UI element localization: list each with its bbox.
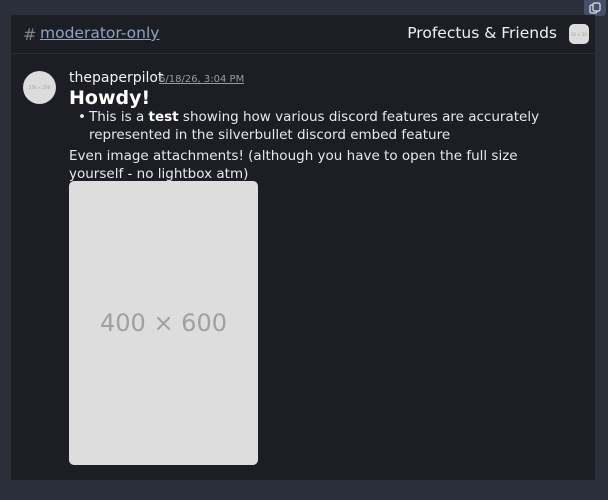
image-attachment[interactable]: 400 × 600 xyxy=(69,181,258,465)
guild-name: Profectus & Friends xyxy=(407,24,557,42)
copy-icon xyxy=(589,2,601,14)
message-heading: Howdy! xyxy=(69,87,151,109)
message-body: Even image attachments! (although you ha… xyxy=(69,148,518,182)
username: thepaperpilot xyxy=(69,70,164,86)
bullet-bold: test xyxy=(148,109,179,125)
list-item: • This is a test showing how various dis… xyxy=(78,108,584,144)
copy-button[interactable] xyxy=(584,0,606,16)
bullet-prefix: This is a xyxy=(89,109,149,125)
page: # moderator-only Profectus & Friends 20 … xyxy=(0,0,608,500)
avatar: 256 × 256 xyxy=(23,71,56,104)
channel-link[interactable]: moderator-only xyxy=(40,24,159,42)
embed-header: # moderator-only Profectus & Friends 20 … xyxy=(11,15,595,54)
guild-icon: 20 × 20 xyxy=(569,24,589,44)
discord-embed: # moderator-only Profectus & Friends 20 … xyxy=(11,15,595,480)
channel-hash-icon: # xyxy=(23,25,37,44)
message-timestamp[interactable]: 6/18/26, 3:04 PM xyxy=(159,74,244,85)
attachment-placeholder-text: 400 × 600 xyxy=(100,309,227,337)
bullet-icon: • xyxy=(78,109,86,125)
